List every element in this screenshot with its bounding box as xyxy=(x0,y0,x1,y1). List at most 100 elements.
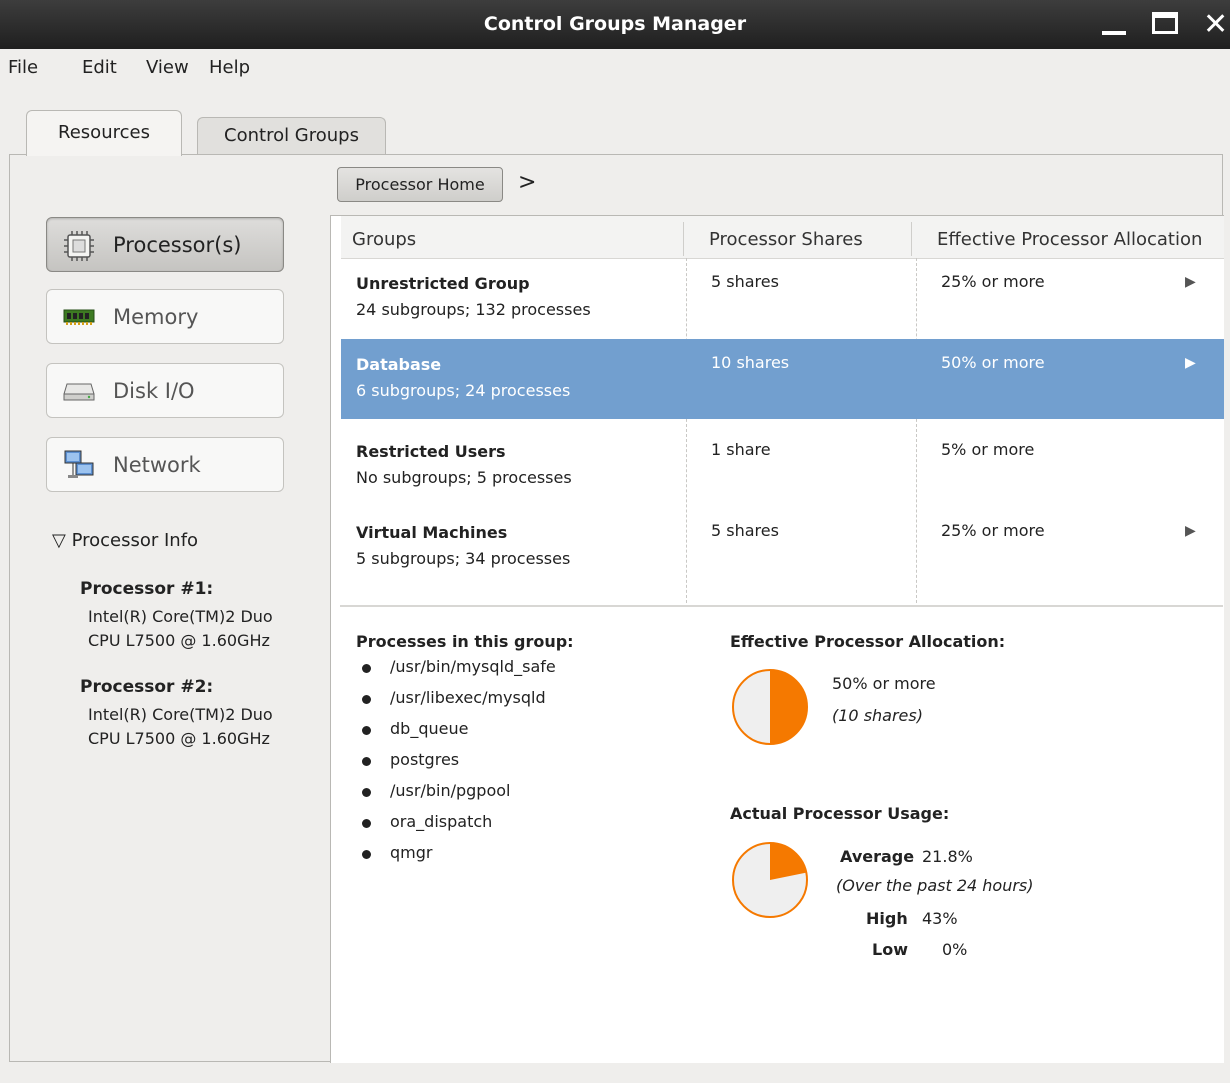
group-shares: 5 shares xyxy=(711,272,779,291)
usage-low-label: Low xyxy=(872,940,908,959)
disk-icon xyxy=(63,383,95,401)
table-row[interactable]: Database 6 subgroups; 24 processes 10 sh… xyxy=(341,339,1224,419)
menu-edit[interactable]: Edit xyxy=(82,57,117,78)
usage-pie-chart xyxy=(732,842,808,918)
list-item: qmgr xyxy=(362,843,556,874)
table-row[interactable]: Restricted Users No subgroups; 5 process… xyxy=(341,426,1224,506)
sidebar-item-processors[interactable]: Processor(s) xyxy=(46,217,284,272)
processor-2-title: Processor #2: xyxy=(80,677,214,697)
group-shares: 5 shares xyxy=(711,521,779,540)
bullet-icon xyxy=(362,819,371,828)
minimize-button[interactable] xyxy=(1102,0,1126,49)
list-item: ora_dispatch xyxy=(362,812,556,843)
network-icon xyxy=(64,450,94,478)
list-item: /usr/bin/pgpool xyxy=(362,781,556,812)
expand-arrow-icon[interactable]: ▶ xyxy=(1185,274,1196,290)
process-name: ora_dispatch xyxy=(390,812,493,831)
processor-1-line1: Intel(R) Core(TM)2 Duo xyxy=(88,607,273,626)
menu-file[interactable]: File xyxy=(8,57,38,78)
process-name: /usr/libexec/mysqld xyxy=(390,688,546,707)
bullet-icon xyxy=(362,757,371,766)
close-button[interactable]: ✕ xyxy=(1203,0,1228,49)
sidebar-item-network[interactable]: Network xyxy=(46,437,284,492)
table-row[interactable]: Virtual Machines 5 subgroups; 34 process… xyxy=(341,507,1224,587)
processor-1-desc: Intel(R) Core(TM)2 Duo CPU L7500 @ 1.60GH… xyxy=(88,605,328,653)
tab-resources[interactable]: Resources xyxy=(26,110,182,156)
title-bar: Control Groups Manager ✕ xyxy=(0,0,1230,49)
process-name: db_queue xyxy=(390,719,469,738)
sidebar-item-memory[interactable]: Memory xyxy=(46,289,284,344)
usage-average-value: 21.8% xyxy=(922,847,973,866)
sidebar-item-label: Memory xyxy=(113,305,199,329)
processes-title: Processes in this group: xyxy=(356,632,574,651)
processor-2-desc: Intel(R) Core(TM)2 Duo CPU L7500 @ 1.60GH… xyxy=(88,703,328,751)
table-row[interactable]: Unrestricted Group 24 subgroups; 132 pro… xyxy=(341,258,1224,338)
column-header-shares[interactable]: Processor Shares xyxy=(709,216,863,264)
expand-arrow-icon[interactable]: ▶ xyxy=(1185,355,1196,371)
close-icon: ✕ xyxy=(1203,7,1229,42)
process-list: /usr/bin/mysqld_safe /usr/libexec/mysqld… xyxy=(362,657,556,874)
bullet-icon xyxy=(362,850,371,859)
group-shares: 1 share xyxy=(711,440,771,459)
group-allocation: 5% or more xyxy=(941,440,1035,459)
usage-high-value: 43% xyxy=(922,909,958,928)
processor-2-line1: Intel(R) Core(TM)2 Duo xyxy=(88,705,273,724)
usage-high-label: High xyxy=(866,909,908,928)
allocation-note: (10 shares) xyxy=(832,706,923,725)
group-allocation: 50% or more xyxy=(941,353,1045,372)
allocation-pie-slice xyxy=(770,670,807,744)
group-summary: 6 subgroups; 24 processes xyxy=(356,381,571,400)
group-name: Database xyxy=(356,355,442,374)
process-name: /usr/bin/pgpool xyxy=(390,781,511,800)
triangle-down-icon: ▽ xyxy=(52,530,66,551)
maximize-icon xyxy=(1152,12,1178,34)
sidebar-item-label: Network xyxy=(113,453,201,477)
group-allocation: 25% or more xyxy=(941,521,1045,540)
processor-info-label: Processor Info xyxy=(71,530,199,551)
allocation-pie-chart xyxy=(732,669,808,745)
breadcrumb-home-button[interactable]: Processor Home xyxy=(337,167,503,202)
list-item: db_queue xyxy=(362,719,556,750)
group-summary: 24 subgroups; 132 processes xyxy=(356,300,591,319)
column-divider xyxy=(683,222,684,256)
group-name: Unrestricted Group xyxy=(356,274,530,293)
bullet-icon xyxy=(362,788,371,797)
process-name: /usr/bin/mysqld_safe xyxy=(390,657,556,676)
allocation-title: Effective Processor Allocation: xyxy=(730,632,1006,651)
column-header-allocation[interactable]: Effective Processor Allocation xyxy=(937,216,1202,264)
group-summary: 5 subgroups; 34 processes xyxy=(356,549,571,568)
memory-icon xyxy=(63,309,95,325)
sidebar-item-label: Processor(s) xyxy=(113,233,242,257)
maximize-button[interactable] xyxy=(1152,0,1178,49)
sidebar-item-label: Disk I/O xyxy=(113,379,195,403)
usage-average-label: Average xyxy=(840,847,915,866)
window-title: Control Groups Manager xyxy=(483,13,747,35)
bullet-icon xyxy=(362,695,371,704)
usage-title: Actual Processor Usage: xyxy=(730,804,950,823)
tab-control-groups[interactable]: Control Groups xyxy=(197,117,386,154)
processor-icon xyxy=(64,231,94,261)
process-name: postgres xyxy=(390,750,460,769)
bullet-icon xyxy=(362,664,371,673)
bullet-icon xyxy=(362,726,371,735)
process-name: qmgr xyxy=(390,843,433,862)
column-divider xyxy=(911,222,912,256)
usage-low-value: 0% xyxy=(942,940,968,959)
column-header-groups[interactable]: Groups xyxy=(352,216,416,264)
breadcrumb-separator: > xyxy=(518,170,537,195)
processor-2-line2: CPU L7500 @ 1.60GHz xyxy=(88,729,270,748)
processor-1-title: Processor #1: xyxy=(80,579,214,599)
minimize-icon xyxy=(1102,31,1126,35)
menu-help[interactable]: Help xyxy=(209,57,250,78)
list-item: /usr/libexec/mysqld xyxy=(362,688,556,719)
group-name: Virtual Machines xyxy=(356,523,508,542)
list-item: /usr/bin/mysqld_safe xyxy=(362,657,556,688)
table-header: Groups Processor Shares Effective Proces… xyxy=(341,216,1224,259)
list-item: postgres xyxy=(362,750,556,781)
group-allocation: 25% or more xyxy=(941,272,1045,291)
menu-view[interactable]: View xyxy=(146,57,189,78)
processor-info-toggle[interactable]: ▽ Processor Info xyxy=(52,530,198,551)
sidebar-item-disk-io[interactable]: Disk I/O xyxy=(46,363,284,418)
expand-arrow-icon[interactable]: ▶ xyxy=(1185,523,1196,539)
group-shares: 10 shares xyxy=(711,353,790,372)
